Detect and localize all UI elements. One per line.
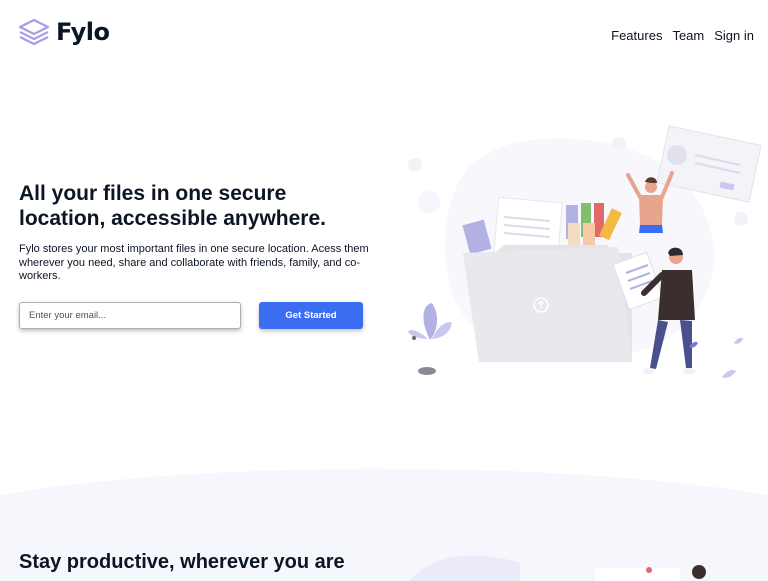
stacked-layers-icon xyxy=(18,18,50,46)
main-nav: Features Team Sign in xyxy=(611,28,754,43)
get-started-button[interactable]: Get Started xyxy=(259,302,363,329)
email-input[interactable] xyxy=(19,302,241,329)
hero-description: Fylo stores your most important files in… xyxy=(19,243,369,282)
brand-name: Fylo xyxy=(56,18,110,46)
brand-logo[interactable]: Fylo xyxy=(18,18,110,46)
landing-page: Fylo Features Team Sign in All your file… xyxy=(0,0,768,581)
hero-title: All your files in one secure location, a… xyxy=(19,182,326,230)
nav-link-sign-in[interactable]: Sign in xyxy=(714,28,754,43)
nav-link-team[interactable]: Team xyxy=(672,28,704,43)
nav-link-features[interactable]: Features xyxy=(611,28,662,43)
section-title: Stay productive, wherever you are xyxy=(19,551,345,573)
productivity-illustration xyxy=(410,555,706,581)
file-folder-collaboration-illustration xyxy=(408,125,762,378)
